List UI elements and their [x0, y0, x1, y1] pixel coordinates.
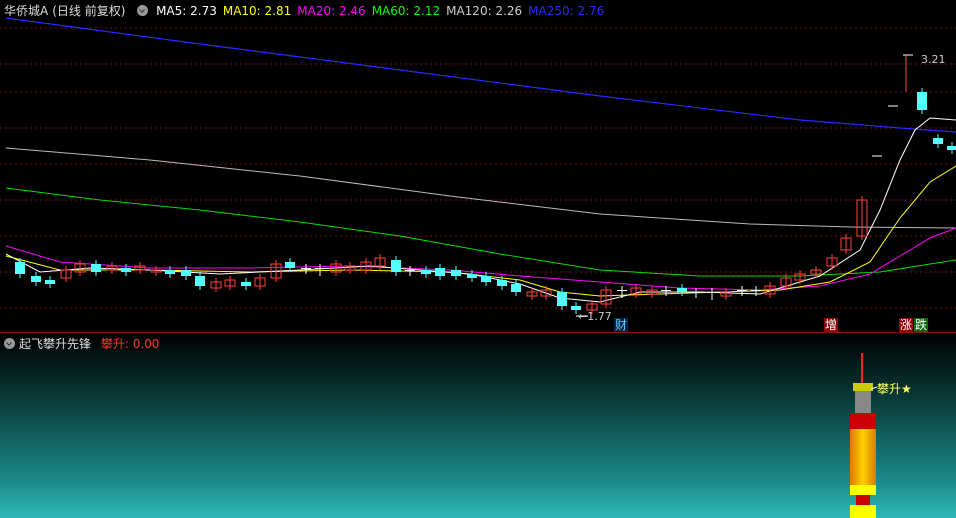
candle [121, 268, 131, 272]
candle [165, 270, 175, 274]
candle [435, 268, 445, 276]
candle [947, 146, 956, 150]
candle [451, 270, 461, 276]
candle [497, 280, 507, 286]
candle [933, 138, 943, 144]
ma-legend-item: MA120: 2.26 [446, 4, 523, 18]
main-chart[interactable]: 华侨城A (日线 前复权) MA5: 2.73 MA10: 2.81 MA20: 2.… [0, 0, 956, 333]
candle [45, 280, 55, 284]
candle [31, 276, 41, 282]
indicator-svg [850, 353, 878, 518]
low-price-label: ←1.77 [578, 310, 612, 323]
ma120-line [5, 147, 956, 229]
ma-legend-item: MA20: 2.46 [297, 4, 366, 18]
ma250-line [5, 17, 956, 133]
ma-legend-item: MA5: 2.73 [156, 4, 217, 18]
candles [15, 88, 956, 314]
candle [511, 284, 521, 292]
stock-name[interactable]: 华侨城A [4, 4, 48, 18]
ma-legend-item: MA250: 2.76 [528, 4, 605, 18]
candle [481, 276, 491, 282]
high-price-label: 3.21 [921, 53, 946, 66]
candle [285, 262, 295, 268]
candle [241, 282, 251, 286]
candle [405, 270, 415, 271]
candle [557, 292, 567, 306]
candle [737, 290, 747, 291]
ma-legend-item: MA60: 2.12 [371, 4, 441, 18]
candle [421, 270, 431, 274]
candle [467, 274, 477, 278]
ma-legend-item: MA10: 2.81 [222, 4, 292, 18]
candle [677, 288, 687, 292]
candle [195, 276, 205, 286]
candle [391, 260, 401, 272]
chart-header: 华侨城A (日线 前复权) MA5: 2.73 MA10: 2.81 MA20: 2.… [4, 2, 614, 19]
candle [315, 268, 325, 269]
ma60-line [5, 187, 956, 277]
candle [707, 292, 717, 293]
candle [751, 290, 761, 291]
settings-dropdown-icon[interactable] [137, 5, 149, 16]
candle [691, 292, 701, 293]
period-label: (日线 前复权) [52, 4, 126, 18]
indicator-panel[interactable]: 起飞攀升先锋 攀升: 0.00 攀升★ [0, 333, 956, 518]
candle [15, 262, 25, 274]
die-tag[interactable]: 跌 [914, 318, 929, 332]
ma-legend: MA5: 2.73 MA10: 2.81 MA20: 2.46 MA60: 2.12 M… [156, 4, 610, 18]
zhang-tag[interactable]: 涨 [899, 318, 914, 332]
zeng-tag[interactable]: 增 [824, 318, 839, 332]
candle [181, 270, 191, 276]
price-chart-svg [0, 17, 956, 317]
cai-tag[interactable]: 财 [614, 318, 629, 332]
candle [661, 290, 671, 291]
candle [617, 290, 627, 291]
candle [301, 268, 311, 269]
signal-label: 攀升★ [877, 382, 912, 396]
candle [91, 264, 101, 272]
candle [917, 92, 927, 110]
